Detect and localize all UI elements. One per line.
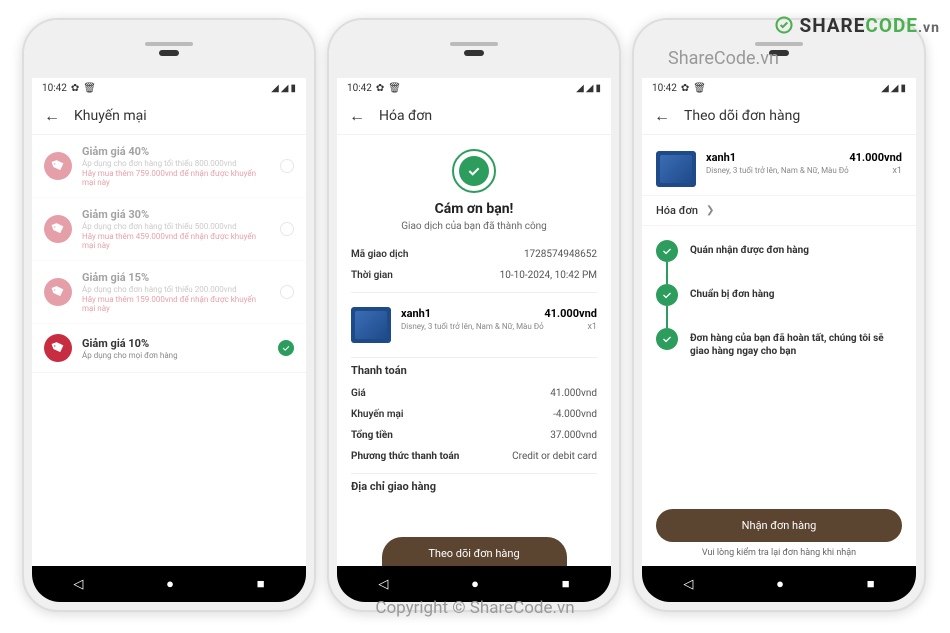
promo-item[interactable]: Giảm giá 30%Áp dụng cho đơn hàng tối thi…	[32, 198, 306, 261]
transaction-id: 1728574948652	[524, 249, 597, 260]
status-bar: 10:42✿🗑 ◢◢▮	[337, 78, 611, 98]
back-button[interactable]: ←	[44, 106, 60, 126]
success-check-icon	[452, 149, 496, 193]
receive-note: Vui lòng kiểm tra lại đơn hàng khi nhận	[656, 548, 902, 558]
chevron-right-icon: ❯	[706, 205, 714, 216]
radio-unselected[interactable]	[280, 222, 294, 236]
check-selected-icon[interactable]	[278, 340, 294, 356]
step-check-icon	[656, 284, 678, 306]
product-thumb	[351, 307, 391, 343]
radio-unselected[interactable]	[280, 159, 294, 173]
phone-tracking: 10:42✿🗑 ◢◢▮ ← Theo dõi đơn hàng xanh141.…	[632, 18, 926, 612]
address-section: Địa chỉ giao hàng	[351, 480, 597, 493]
timeline-step: Chuẩn bị đơn hàng	[656, 284, 902, 328]
step-check-icon	[656, 240, 678, 262]
radio-unselected[interactable]	[280, 285, 294, 299]
tag-icon	[40, 148, 76, 184]
promo-item[interactable]: Giảm giá 15%Áp dụng cho đơn hàng tối thi…	[32, 261, 306, 324]
product-thumb	[656, 151, 696, 187]
page-title: Theo dõi đơn hàng	[684, 108, 800, 124]
thank-you-text: Cám ơn bạn!	[351, 201, 597, 217]
timeline-step: Đơn hàng của bạn đã hoàn tất, chúng tôi …	[656, 328, 902, 358]
success-subtitle: Giao dịch của bạn đã thành công	[351, 221, 597, 232]
product-row: xanh141.000vnd Disney, 3 tuổi trở lên, N…	[656, 143, 902, 195]
transaction-time: 10-10-2024, 10:42 PM	[500, 270, 597, 281]
phone-promotions: 10:42✿🗑 ◢◢▮ ← Khuyến mại Giảm giá 40%Áp …	[22, 18, 316, 612]
payment-row: Tổng tiền37.000vnd	[351, 425, 597, 446]
payment-row: Khuyến mại-4.000vnd	[351, 404, 597, 425]
android-nav[interactable]: ◁●■	[32, 566, 306, 602]
status-bar: 10:42✿🗑 ◢◢▮	[32, 78, 306, 98]
invoice-link[interactable]: Hóa đơn❯	[642, 195, 916, 226]
tag-icon	[40, 274, 76, 310]
promo-item[interactable]: Giảm giá 40%Áp dụng cho đơn hàng tối thi…	[32, 135, 306, 198]
android-nav[interactable]: ◁●■	[642, 566, 916, 602]
page-title: Hóa đơn	[379, 108, 432, 124]
timeline-step: Quán nhận được đơn hàng	[656, 240, 902, 284]
payment-section: Thanh toán	[351, 364, 597, 377]
payment-row: Giá41.000vnd	[351, 383, 597, 404]
status-bar: 10:42✿🗑 ◢◢▮	[642, 78, 916, 98]
android-nav[interactable]: ◁●■	[337, 566, 611, 602]
copyright-text: Copyright © ShareCode.vn	[375, 598, 574, 618]
phone-invoice: 10:42✿🗑 ◢◢▮ ← Hóa đơn Cám ơn bạn! Giao d…	[327, 18, 621, 612]
watermark-logo: SHARECODE.vn	[774, 14, 940, 37]
page-title: Khuyến mại	[74, 108, 147, 124]
product-row: xanh141.000vnd Disney, 3 tuổi trở lên, N…	[351, 299, 597, 351]
tag-icon	[40, 211, 76, 247]
step-check-icon	[656, 328, 678, 350]
watermark-sharecode: ShareCode.vn	[668, 48, 779, 69]
back-button[interactable]: ←	[349, 106, 365, 126]
tag-icon	[40, 330, 76, 366]
promo-item[interactable]: Giảm giá 10%Áp dụng cho mọi đơn hàng	[32, 324, 306, 373]
payment-row: Phương thức thanh toánCredit or debit ca…	[351, 446, 597, 467]
back-button[interactable]: ←	[654, 106, 670, 126]
receive-order-button[interactable]: Nhận đơn hàng	[656, 509, 902, 542]
